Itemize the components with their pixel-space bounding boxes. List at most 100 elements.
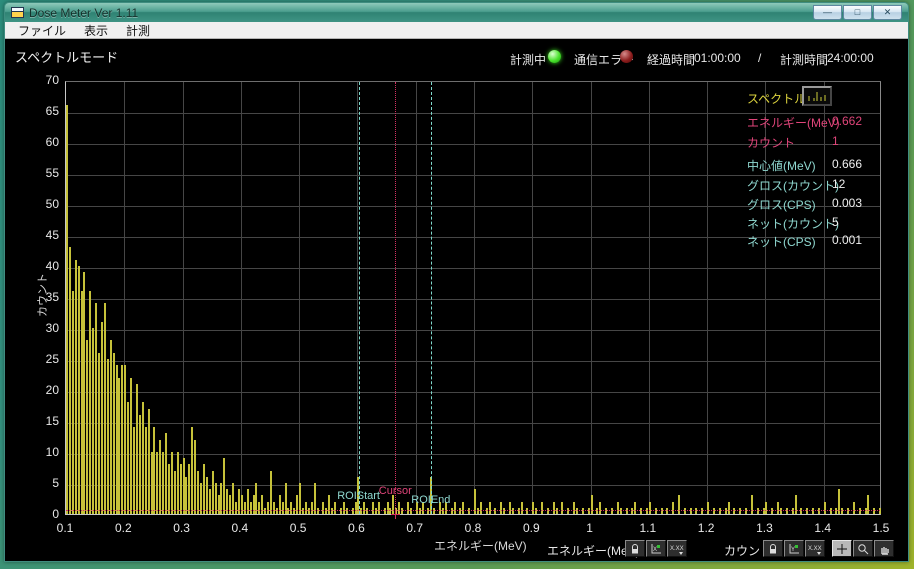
histogram-bar (556, 508, 558, 514)
x-tick-label: 0.1 (47, 521, 83, 535)
gridline (183, 82, 184, 514)
menu-measure[interactable]: 計測 (117, 22, 159, 39)
cursor-energy-label: エネルギー(MeV) (747, 114, 840, 131)
histogram-bar (83, 272, 85, 514)
histogram-bar (591, 495, 593, 514)
measuring-label: 計測中 (510, 51, 546, 68)
histogram-bar (244, 502, 246, 514)
x-tick-label: 1.4 (805, 521, 841, 535)
x-tick-label: 1.3 (746, 521, 782, 535)
cursor-y-line[interactable] (66, 510, 880, 511)
histogram-bar (739, 508, 741, 514)
y-scale-format-button[interactable]: X.XX (805, 540, 825, 557)
histogram-bar (264, 508, 266, 514)
histogram-bar (666, 508, 668, 514)
gridline (416, 82, 417, 514)
histogram-bar (153, 427, 155, 514)
histogram-bar (661, 508, 663, 514)
histogram-bar (521, 502, 523, 514)
histogram-bar (649, 502, 651, 514)
zoom-tool-button[interactable] (853, 540, 873, 557)
histogram-bar (188, 464, 190, 514)
x-tick-label: 1.5 (863, 521, 899, 535)
autoscale-x-button[interactable]: X (646, 540, 666, 557)
cursor-cross-marker[interactable] (391, 506, 400, 515)
histogram-bar (719, 508, 721, 514)
cursor-label: Cursor (379, 485, 412, 497)
histogram-bar (206, 477, 208, 514)
lock-x-scale-button[interactable] (625, 540, 645, 557)
histogram-bar (765, 502, 767, 514)
histogram-bar (553, 502, 555, 514)
graph-tool-buttons (832, 540, 894, 557)
histogram-bar (532, 502, 534, 514)
histogram-bar (401, 508, 403, 514)
roi-start-line[interactable] (359, 82, 360, 514)
autoscale-y-icon: Y (788, 543, 800, 555)
cursor-move-tool-button[interactable] (832, 540, 852, 557)
histogram-bar (500, 502, 502, 514)
histogram-bar (86, 340, 88, 514)
menu-view[interactable]: 表示 (75, 22, 117, 39)
lock-y-scale-button[interactable] (763, 540, 783, 557)
histogram-bar (107, 359, 109, 514)
cursor-x-line[interactable] (395, 82, 396, 514)
histogram-bar (468, 508, 470, 514)
close-button[interactable]: ✕ (873, 5, 902, 20)
gridline (66, 392, 880, 393)
gridline (532, 82, 533, 514)
histogram-bar (145, 427, 147, 514)
title-bar[interactable]: Dose Meter Ver 1.11 — □ ✕ (5, 3, 908, 22)
histogram-bar (573, 502, 575, 514)
x-scale-format-button[interactable]: X.XX (667, 540, 687, 557)
histogram-bar (486, 508, 488, 514)
histogram-bar (561, 502, 563, 514)
histogram-bar (185, 477, 187, 514)
histogram-bar (620, 508, 622, 514)
histogram-bar (340, 508, 342, 514)
scale-format-icon: X.XX (808, 543, 822, 555)
histogram-bar (270, 471, 272, 514)
histogram-bar (113, 353, 115, 514)
histogram-bar (250, 502, 252, 514)
y-scale-buttons: Y X.XX (763, 540, 825, 557)
histogram-bar (503, 508, 505, 514)
histogram-bar (757, 508, 759, 514)
histogram-bar (355, 502, 357, 514)
scale-format-icon: X.XX (670, 543, 684, 555)
crosshair-icon (836, 543, 848, 555)
centroid-label: 中心値(MeV) (747, 157, 816, 174)
histogram-bar (110, 340, 112, 514)
histogram-bar (78, 266, 80, 514)
roi-end-line[interactable] (431, 82, 432, 514)
histogram-bar (865, 508, 867, 514)
histogram-bar (156, 452, 158, 514)
histogram-bar (763, 508, 765, 514)
maximize-button[interactable]: □ (843, 5, 872, 20)
page-title: スペクトルモード (15, 47, 118, 66)
gridline (299, 82, 300, 514)
histogram-bar (183, 458, 185, 514)
histogram-bar (287, 508, 289, 514)
histogram-bar (116, 365, 118, 514)
pan-tool-button[interactable] (874, 540, 894, 557)
x-tick-label: 1 (572, 521, 608, 535)
histogram-bar (684, 508, 686, 514)
histogram-bar (617, 502, 619, 514)
gridline (707, 82, 708, 514)
histogram-bar (69, 247, 71, 514)
net-count-value: 5 (832, 215, 839, 229)
histogram-bar (835, 508, 837, 514)
histogram-bar (454, 502, 456, 514)
autoscale-y-button[interactable]: Y (784, 540, 804, 557)
histogram-bar (646, 508, 648, 514)
gridline (66, 175, 880, 176)
lock-icon (767, 543, 779, 555)
histogram-bar (567, 508, 569, 514)
minimize-button[interactable]: — (813, 5, 842, 20)
histogram-bar (177, 452, 179, 514)
menu-file[interactable]: ファイル (9, 22, 75, 39)
histogram-bar (640, 508, 642, 514)
svg-text:X: X (653, 547, 657, 553)
legend-plot-style-button[interactable] (802, 86, 832, 106)
